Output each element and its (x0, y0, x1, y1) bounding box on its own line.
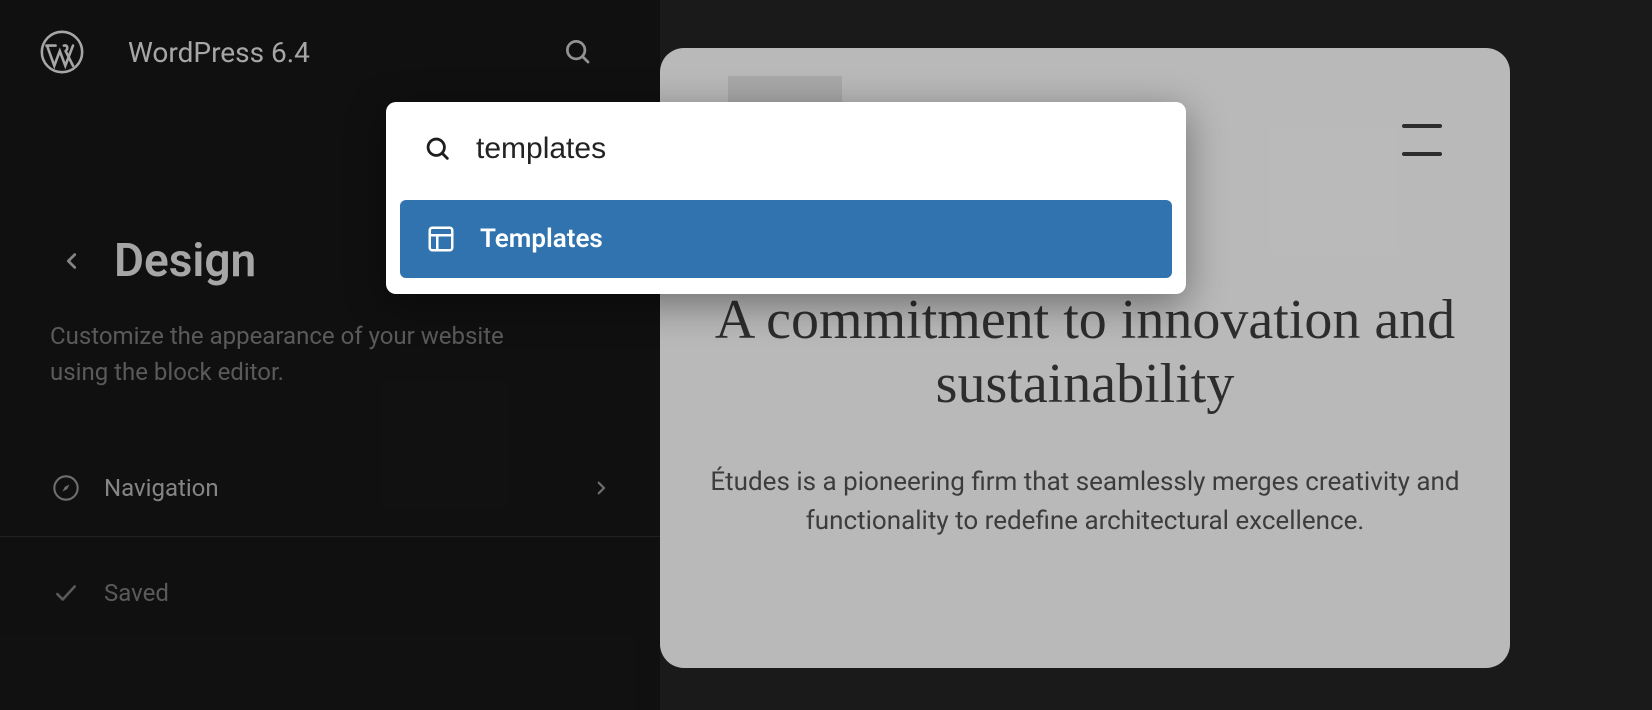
save-status-label: Saved (104, 579, 169, 607)
panel-description: Customize the appearance of your website… (0, 308, 560, 390)
command-palette: Templates (386, 102, 1186, 294)
command-result-templates[interactable]: Templates (400, 200, 1172, 278)
save-status: Saved (0, 537, 660, 649)
panel-title: Design (114, 234, 256, 288)
design-nav-list: Navigation (0, 390, 660, 526)
chevron-right-icon (592, 479, 610, 497)
site-title: WordPress 6.4 (128, 36, 310, 69)
layout-icon (424, 222, 458, 256)
nav-item-label: Navigation (104, 474, 219, 502)
back-button[interactable] (50, 239, 94, 283)
app-root: WordPress 6.4 Design Customize the appea… (0, 0, 1652, 710)
open-command-palette-button[interactable] (556, 30, 600, 74)
command-palette-results: Templates (386, 186, 1186, 294)
command-palette-input[interactable] (476, 132, 1148, 166)
sidebar-top-bar: WordPress 6.4 (0, 0, 660, 104)
command-palette-search-row (386, 102, 1186, 186)
wordpress-logo-icon[interactable] (40, 30, 84, 74)
compass-icon (50, 472, 82, 504)
command-result-label: Templates (480, 224, 603, 254)
nav-item-navigation[interactable]: Navigation (0, 450, 660, 526)
search-icon (424, 135, 452, 163)
check-icon (50, 577, 82, 609)
